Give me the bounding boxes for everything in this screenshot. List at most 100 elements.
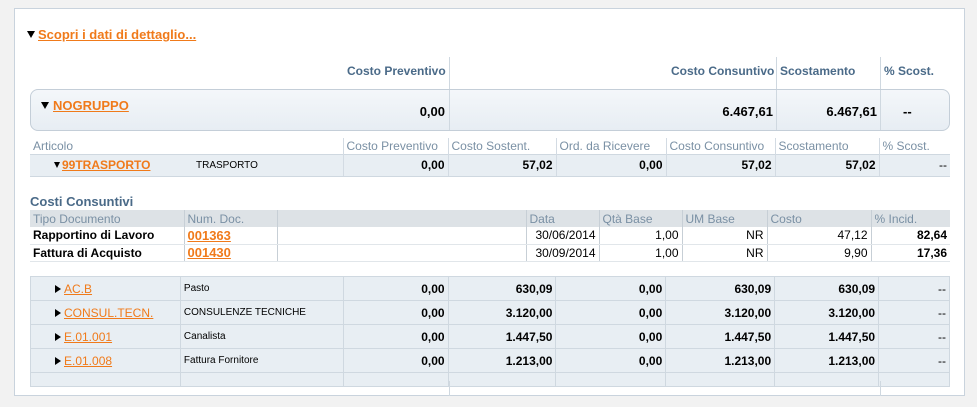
col-qta-base: Qtà Base xyxy=(599,210,683,227)
col-articolo: Articolo xyxy=(30,138,344,154)
article-header-row: Articolo Costo Preventivo Costo Sostent.… xyxy=(30,138,950,154)
sub-article-perc: -- xyxy=(878,300,950,325)
costs-section-title: Costi Consuntivi xyxy=(30,194,134,209)
sub-article-preventivo: 0,00 xyxy=(342,324,449,349)
sub-article-ordini: 0,00 xyxy=(555,276,667,301)
col-num-doc: Num. Doc. xyxy=(184,210,278,227)
sub-articles-table: AC.B Pasto 0,00 630,09 0,00 630,09 630,0… xyxy=(30,276,950,387)
doc-qta: 1,00 xyxy=(599,227,683,245)
doc-data: 30/06/2014 xyxy=(526,227,600,245)
col-blank xyxy=(277,210,527,227)
doc-costo: 9,90 xyxy=(767,244,872,262)
article-sostenuto: 57,02 xyxy=(448,153,557,177)
triangle-right-icon[interactable] xyxy=(55,284,61,293)
sub-article-perc: -- xyxy=(878,324,950,349)
group-perc: -- xyxy=(903,104,912,119)
article-preventivo: 0,00 xyxy=(343,153,449,177)
sub-article-sostenuto: 3.120,00 xyxy=(447,300,557,325)
header-scostamento: Scostamento xyxy=(780,64,856,78)
article-desc: TRASPORTO xyxy=(196,160,258,171)
sub-article-scostamento: 1.447,50 xyxy=(774,324,880,349)
document-row: Fattura di Acquisto 001430 30/09/2014 1,… xyxy=(30,244,950,262)
sub-article-preventivo: 0,00 xyxy=(342,276,449,301)
column-divider xyxy=(449,57,450,89)
col-perc: % Scost. xyxy=(882,138,930,153)
sub-article-perc: -- xyxy=(878,276,950,301)
sub-article-ordini: 0,00 xyxy=(555,348,667,373)
sub-article-perc: -- xyxy=(878,348,950,373)
sub-article-scostamento: 3.120,00 xyxy=(774,300,880,325)
sub-article-desc: Pasto xyxy=(179,276,344,301)
sub-article-row: E.01.001 Canalista 0,00 1.447,50 0,00 1.… xyxy=(30,324,950,349)
doc-num-link[interactable]: 001363 xyxy=(188,228,231,243)
article-perc: -- xyxy=(879,153,950,177)
col-sostenuto: Costo Sostent. xyxy=(448,138,557,154)
group-name[interactable]: NOGRUPPO xyxy=(53,98,129,113)
col-perc-incid: % Incid. xyxy=(871,210,950,227)
sub-article-code[interactable]: CONSUL.TECN. xyxy=(64,306,153,320)
article-consuntivo: 57,02 xyxy=(666,153,776,177)
article-code[interactable]: 99TRASPORTO xyxy=(62,158,150,172)
column-divider xyxy=(776,90,777,130)
triangle-down-icon xyxy=(54,162,60,168)
article-scostamento: 57,02 xyxy=(775,153,880,177)
sub-article-desc: CONSULENZE TECNICHE xyxy=(179,300,344,325)
documents-table: Tipo Documento Num. Doc. Data Qtà Base U… xyxy=(30,210,950,262)
doc-incid: 82,64 xyxy=(871,227,950,245)
documents-header-row: Tipo Documento Num. Doc. Data Qtà Base U… xyxy=(30,210,950,227)
sub-article-sostenuto: 1.213,00 xyxy=(447,348,557,373)
detail-toggle-label[interactable]: Scopri i dati di dettaglio... xyxy=(38,27,196,42)
column-divider xyxy=(880,57,881,89)
doc-tipo: Fattura di Acquisto xyxy=(30,244,185,262)
detail-panel: Scopri i dati di dettaglio... Costo Prev… xyxy=(14,8,965,396)
triangle-right-icon[interactable] xyxy=(55,308,61,317)
sub-article-code[interactable]: E.01.001 xyxy=(64,330,112,344)
column-divider xyxy=(449,90,450,130)
doc-um: NR xyxy=(682,244,768,262)
doc-incid: 17,36 xyxy=(871,244,950,262)
col-consuntivo: Costo Consuntivo xyxy=(666,138,776,154)
column-divider xyxy=(449,381,450,396)
triangle-down-icon xyxy=(27,31,35,38)
header-perc-scost: % Scost. xyxy=(884,64,935,78)
triangle-right-icon[interactable] xyxy=(55,356,61,365)
article-table: Articolo Costo Preventivo Costo Sostent.… xyxy=(30,138,950,177)
sub-article-ordini: 0,00 xyxy=(555,324,667,349)
sub-article-consuntivo: 630,09 xyxy=(665,276,776,301)
col-data: Data xyxy=(526,210,600,227)
col-preventivo: Costo Preventivo xyxy=(343,138,449,154)
doc-data: 30/09/2014 xyxy=(526,244,600,262)
triangle-down-icon xyxy=(41,102,49,109)
sub-article-row: E.01.008 Fattura Fornitore 0,00 1.213,00… xyxy=(30,348,950,373)
sub-article-consuntivo: 3.120,00 xyxy=(665,300,776,325)
sub-article-row: AC.B Pasto 0,00 630,09 0,00 630,09 630,0… xyxy=(30,276,950,301)
doc-tipo: Rapportino di Lavoro xyxy=(30,227,185,245)
document-row: Rapportino di Lavoro 001363 30/06/2014 1… xyxy=(30,227,950,245)
sub-article-desc: Canalista xyxy=(179,324,344,349)
col-costo: Costo xyxy=(767,210,872,227)
column-divider xyxy=(880,90,881,130)
sub-article-ordini: 0,00 xyxy=(555,300,667,325)
sub-article-sostenuto: 630,09 xyxy=(447,276,557,301)
article-row-main: 99TRASPORTO TRASPORTO 0,00 57,02 0,00 57… xyxy=(30,153,950,177)
group-toggle[interactable]: NOGRUPPO xyxy=(41,98,129,113)
col-scostamento: Scostamento xyxy=(775,138,880,154)
column-divider xyxy=(880,381,881,396)
sub-article-scostamento: 630,09 xyxy=(774,276,880,301)
header-costo-consuntivo: Costo Consuntivo xyxy=(671,64,775,78)
doc-um: NR xyxy=(682,227,768,245)
detail-toggle[interactable]: Scopri i dati di dettaglio... xyxy=(27,27,196,42)
sub-article-preventivo: 0,00 xyxy=(342,348,449,373)
doc-qta: 1,00 xyxy=(599,244,683,262)
sub-article-consuntivo: 1.213,00 xyxy=(665,348,776,373)
triangle-right-icon[interactable] xyxy=(55,332,61,341)
group-consuntivo: 6.467,61 xyxy=(722,104,773,119)
sub-article-code[interactable]: E.01.008 xyxy=(64,354,112,368)
doc-num-link[interactable]: 001430 xyxy=(188,245,231,260)
empty-row xyxy=(30,372,950,387)
group-scostamento: 6.467,61 xyxy=(826,104,877,119)
sub-article-code[interactable]: AC.B xyxy=(64,282,92,296)
column-divider xyxy=(776,57,777,89)
header-costo-preventivo: Costo Preventivo xyxy=(347,64,446,78)
article-ordini: 0,00 xyxy=(556,153,667,177)
